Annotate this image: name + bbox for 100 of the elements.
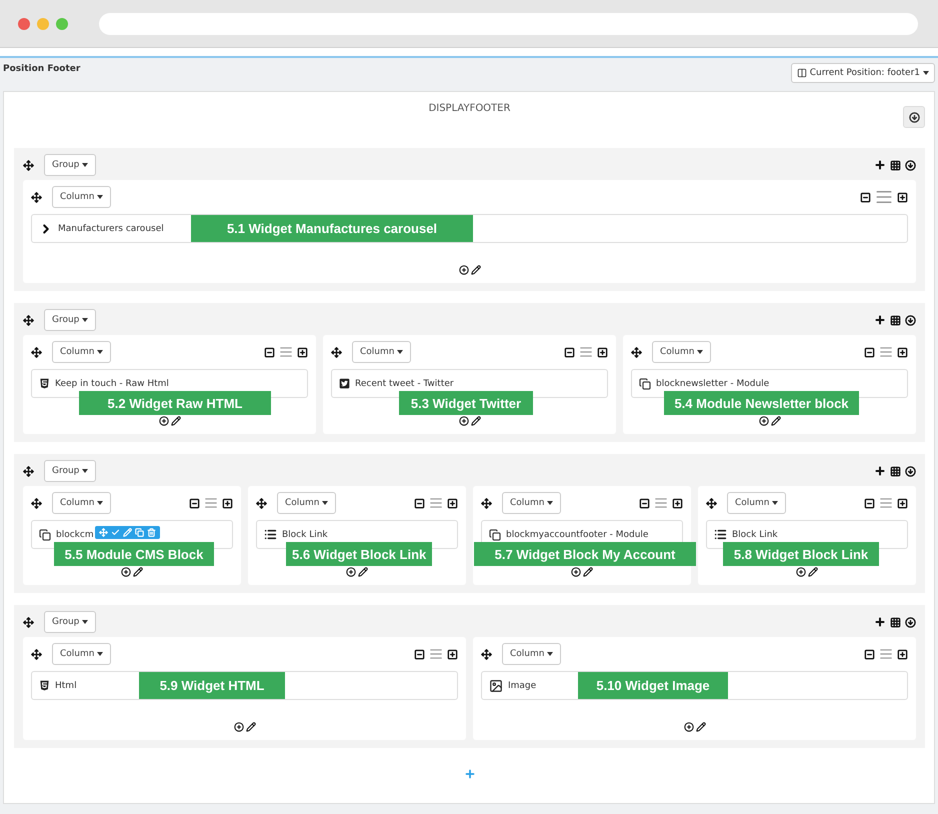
caret-icon [697,350,704,354]
width-bars-icon [279,345,293,359]
pencil-icon[interactable] [246,722,256,732]
add-icon[interactable] [234,722,244,732]
add-icon[interactable] [758,416,768,426]
add-icon[interactable] [121,567,131,577]
plus-icon[interactable] [597,346,608,358]
move-icon[interactable] [481,498,492,508]
pencil-icon[interactable] [696,722,706,732]
add-icon[interactable] [796,567,806,577]
plus-icon[interactable] [672,498,683,508]
group-dropdown[interactable]: Group [44,154,96,176]
add-icon[interactable] [684,722,694,732]
minus-icon[interactable] [189,498,200,508]
minus-icon[interactable] [860,192,871,202]
collapse-button[interactable] [903,106,925,128]
column-dropdown[interactable]: Column [52,186,112,208]
plus-icon[interactable] [874,159,886,171]
plus-icon[interactable] [297,346,308,358]
position-dropdown[interactable]: Current Position: footer1 [790,63,935,83]
pencil-icon[interactable] [470,265,480,275]
minus-icon[interactable] [864,498,875,508]
check-icon[interactable] [111,528,120,537]
plus-icon[interactable] [447,498,458,508]
column-dropdown[interactable]: Column [652,341,712,363]
plus-icon[interactable] [897,346,908,358]
plus-icon[interactable] [897,498,908,508]
close-icon[interactable] [18,18,30,30]
pencil-icon[interactable] [808,567,818,577]
column-dropdown[interactable]: Column [277,492,336,514]
collapse-icon[interactable] [905,160,916,170]
column-dropdown[interactable]: Column [52,643,112,665]
move-icon[interactable] [706,498,717,508]
minus-icon[interactable] [864,648,875,660]
move-icon[interactable] [31,192,42,202]
minus-icon[interactable] [864,346,875,358]
column-dropdown[interactable]: Column [727,492,786,514]
plus-icon[interactable] [874,616,886,628]
caret-icon [82,469,88,473]
caret-icon [97,652,104,656]
move-icon[interactable] [23,466,34,476]
grid-icon[interactable] [890,616,901,628]
grid-icon[interactable] [890,160,901,170]
group-dropdown[interactable]: Group [44,309,96,331]
move-icon[interactable] [31,346,42,358]
add-icon[interactable] [158,416,168,426]
add-icon[interactable] [571,567,581,577]
plus-icon[interactable] [897,648,908,660]
move-icon[interactable] [23,616,34,628]
widget-label: blockcm [56,530,94,540]
collapse-icon[interactable] [905,466,916,476]
move-icon[interactable] [23,160,34,170]
pencil-icon[interactable] [133,567,143,577]
plus-icon[interactable] [447,648,458,660]
column-dropdown[interactable]: Column [502,492,562,514]
pencil-icon[interactable] [583,567,593,577]
minus-icon[interactable] [414,648,425,660]
move-icon[interactable] [31,648,42,660]
copy-icon[interactable] [135,528,144,537]
collapse-icon[interactable] [905,314,916,326]
minus-icon[interactable] [564,346,575,358]
minus-icon[interactable] [639,498,650,508]
caret-icon [547,501,554,505]
grid-icon[interactable] [890,466,901,476]
column-dropdown[interactable]: Column [502,643,562,665]
group-dropdown[interactable]: Group [44,611,96,633]
column-dropdown[interactable]: Column [352,341,412,363]
move-icon[interactable] [256,498,267,508]
width-bars-icon [879,647,893,661]
pencil-icon[interactable] [170,416,180,426]
add-icon[interactable] [346,567,356,577]
move-icon[interactable] [31,498,42,508]
trash-icon[interactable] [147,528,156,537]
callout-tooltip: 5.6 Widget Block Link [286,542,432,566]
minus-icon[interactable] [414,498,425,508]
move-icon[interactable] [481,648,492,660]
add-group-icon[interactable] [464,768,476,780]
collapse-icon[interactable] [905,616,916,628]
column-dropdown[interactable]: Column [52,492,112,514]
add-icon[interactable] [458,265,468,275]
plus-icon[interactable] [874,465,886,477]
move-icon[interactable] [23,314,34,326]
copy-icon [489,528,501,540]
move-icon[interactable] [631,346,642,358]
column-dropdown[interactable]: Column [52,341,112,363]
pencil-icon[interactable] [770,416,780,426]
plus-icon[interactable] [874,314,886,326]
widget-label: Image [508,680,536,690]
move-icon[interactable] [331,346,342,358]
width-bars-icon [879,345,893,359]
minus-icon[interactable] [264,346,275,358]
grid-icon[interactable] [890,314,901,326]
widget-label: blocknewsletter - Module [656,378,770,388]
add-icon[interactable] [458,416,468,426]
pencil-icon[interactable] [470,416,480,426]
pencil-icon[interactable] [358,567,368,577]
group-dropdown[interactable]: Group [44,460,96,482]
image-icon [489,678,503,692]
plus-icon[interactable] [222,498,233,508]
plus-icon[interactable] [897,192,908,202]
